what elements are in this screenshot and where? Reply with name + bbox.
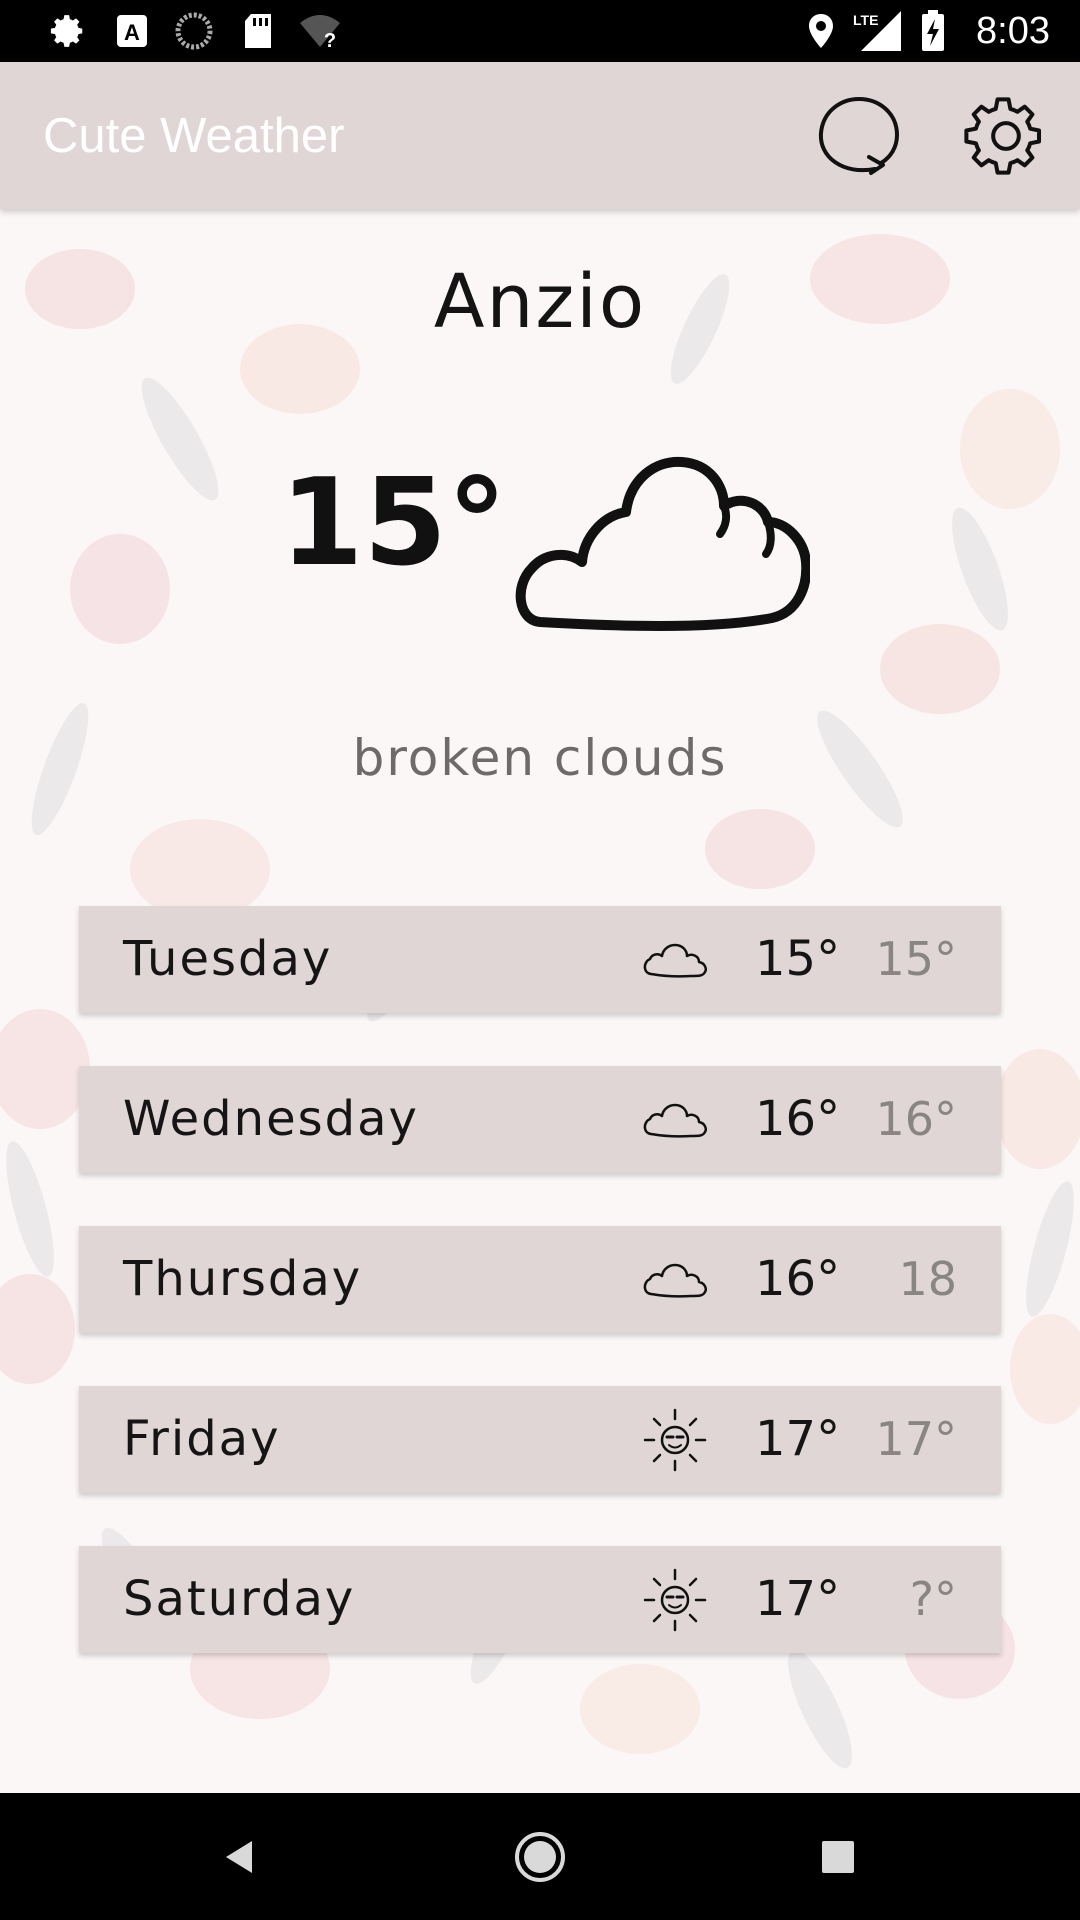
forecast-high: 15°	[755, 931, 841, 987]
cloud-icon	[515, 456, 810, 631]
app-title: Cute Weather	[43, 109, 345, 163]
settings-icon	[46, 10, 90, 52]
svg-text:?: ?	[324, 30, 336, 49]
forecast-row[interactable]: Saturday 17° ?°	[79, 1546, 1001, 1653]
sun-icon	[643, 1568, 707, 1632]
forecast-day: Wednesday	[123, 1091, 419, 1147]
forecast-row[interactable]: Friday 17° 17°	[79, 1386, 1001, 1493]
status-time: 8:03	[976, 10, 1050, 52]
cloud-icon	[643, 943, 707, 978]
forecast-low: 17°	[875, 1412, 957, 1466]
current-temperature: 15°	[280, 454, 507, 593]
weather-content[interactable]: Anzio 15° broken clouds Tuesday 15° 15° …	[0, 209, 1080, 1793]
city-name: Anzio	[433, 259, 647, 345]
status-bar: A ? LTE 8:03	[0, 0, 1080, 62]
refresh-icon	[818, 96, 900, 175]
forecast-low: 16°	[875, 1092, 957, 1146]
forecast-low: 15°	[875, 932, 957, 986]
a-notification-icon: A	[112, 10, 152, 52]
refresh-button[interactable]	[812, 90, 904, 182]
forecast-high: 16°	[755, 1251, 841, 1307]
loading-icon	[172, 10, 216, 52]
app-bar: Cute Weather	[0, 62, 1080, 209]
sd-card-icon	[238, 10, 278, 52]
forecast-row[interactable]: Thursday 16° 18	[79, 1226, 1001, 1333]
forecast-day: Friday	[123, 1411, 281, 1467]
svg-text:A: A	[124, 20, 140, 45]
forecast-high: 17°	[755, 1571, 841, 1627]
network-type-label: LTE	[853, 12, 878, 28]
location-icon	[806, 10, 836, 52]
forecast-high: 16°	[755, 1091, 841, 1147]
back-button[interactable]	[198, 1815, 282, 1899]
signal-icon: LTE	[850, 10, 904, 52]
forecast-high: 17°	[755, 1411, 841, 1467]
forecast-row[interactable]: Tuesday 15° 15°	[79, 906, 1001, 1013]
recents-icon	[822, 1841, 854, 1873]
home-button[interactable]	[498, 1815, 582, 1899]
weather-description: broken clouds	[352, 729, 728, 787]
wifi-question-icon: ?	[296, 10, 344, 52]
gear-icon	[964, 97, 1042, 175]
forecast-low: 18	[898, 1252, 957, 1306]
recents-button[interactable]	[796, 1815, 880, 1899]
cloud-icon	[643, 1263, 707, 1298]
back-icon	[226, 1841, 252, 1873]
forecast-low: ?°	[909, 1572, 957, 1626]
cloud-icon	[643, 1103, 707, 1138]
home-icon	[515, 1832, 565, 1882]
battery-charging-icon	[918, 10, 948, 52]
sun-icon	[643, 1408, 707, 1472]
forecast-day: Saturday	[123, 1571, 356, 1627]
forecast-day: Tuesday	[123, 931, 333, 987]
settings-button[interactable]	[960, 90, 1052, 182]
forecast-day: Thursday	[123, 1251, 363, 1307]
navigation-bar	[0, 1793, 1080, 1920]
forecast-row[interactable]: Wednesday 16° 16°	[79, 1066, 1001, 1173]
